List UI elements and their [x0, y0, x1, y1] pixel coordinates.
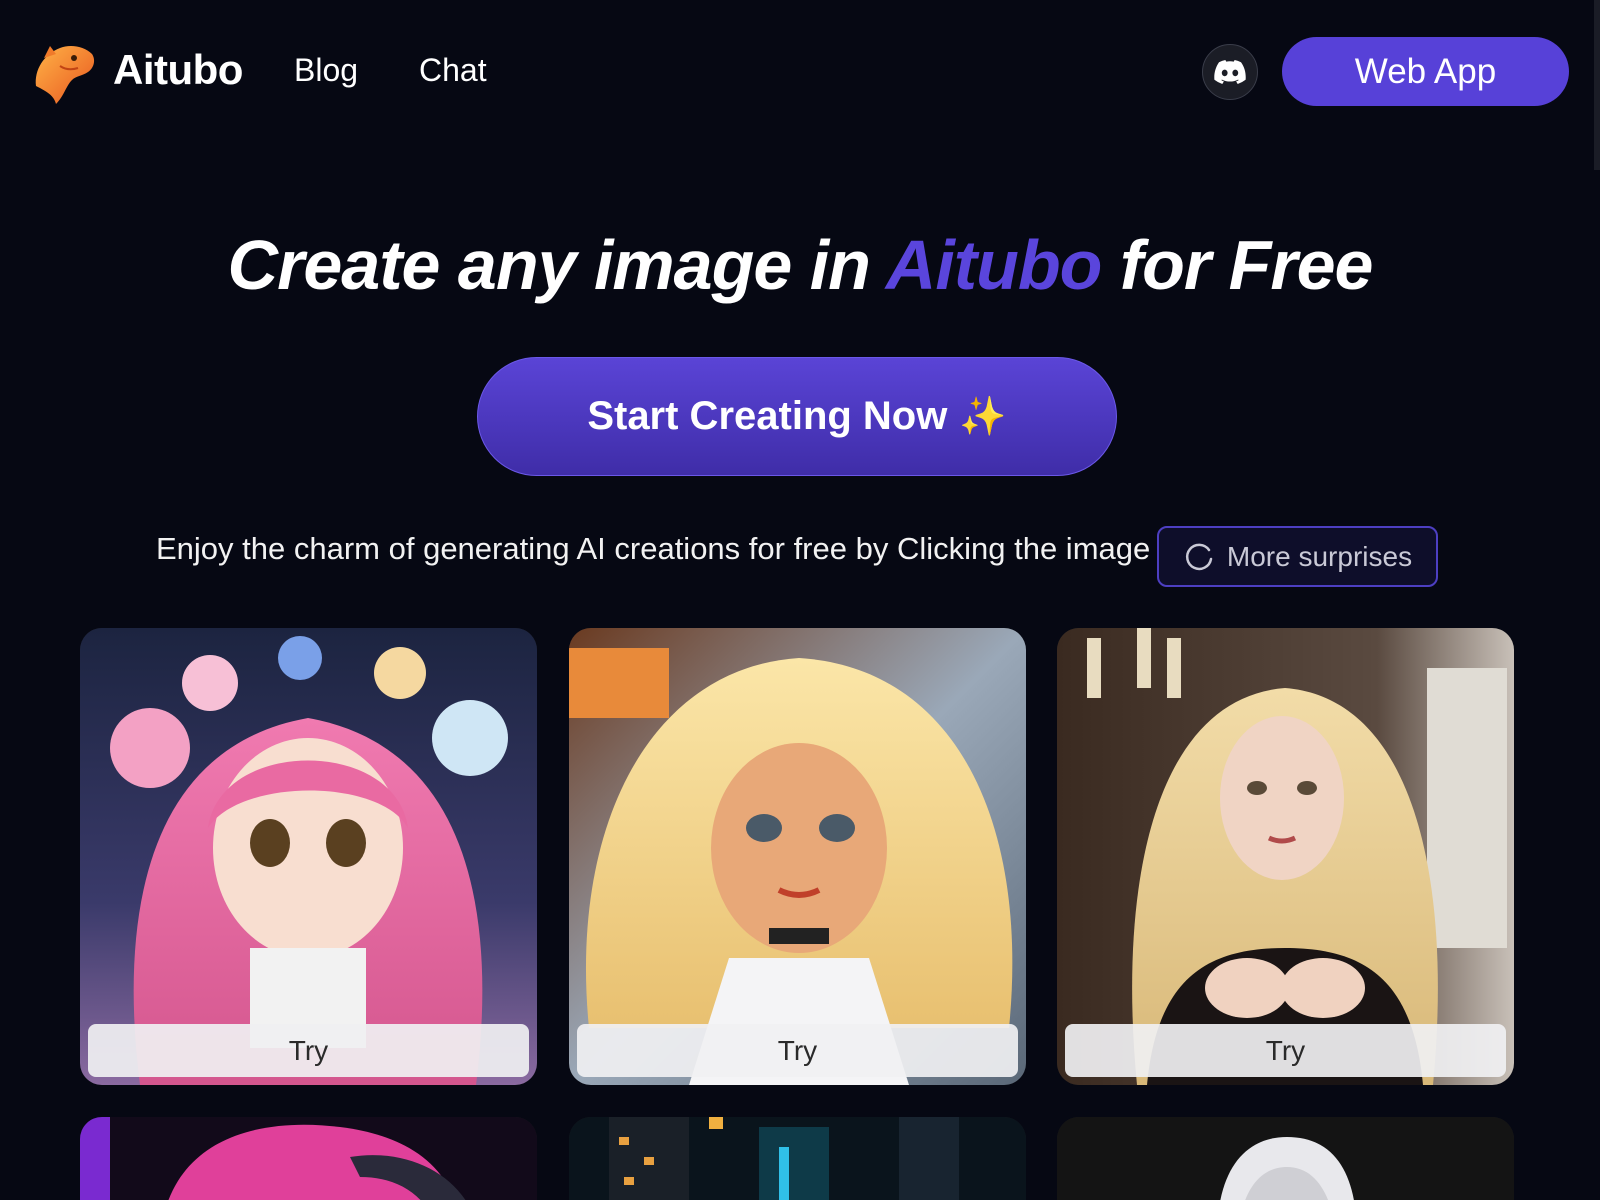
hero-title-part1: Create any image in: [227, 226, 886, 304]
brand-name: Aitubo: [113, 46, 243, 93]
gallery-card[interactable]: [1057, 1117, 1514, 1200]
gallery-image[interactable]: [1057, 1117, 1514, 1200]
gallery-image[interactable]: [569, 628, 1026, 1085]
gallery-image[interactable]: [569, 1117, 1026, 1200]
hero-title: Create any image in Aitubo for Free: [0, 225, 1600, 305]
try-button[interactable]: Try: [88, 1024, 529, 1077]
hero-title-part2: for Free: [1101, 226, 1374, 304]
try-button[interactable]: Try: [577, 1024, 1018, 1077]
gallery-card[interactable]: Try: [569, 628, 1026, 1085]
page: Aitubo Blog Chat Web App Create any imag…: [0, 0, 1600, 1200]
web-app-button[interactable]: Web App: [1282, 37, 1569, 106]
more-surprises-button[interactable]: More surprises: [1157, 526, 1438, 587]
gallery-card[interactable]: [569, 1117, 1026, 1200]
nav-link-chat[interactable]: Chat: [419, 52, 487, 89]
discord-icon: [1214, 60, 1246, 84]
aitubo-logo-icon: [35, 46, 95, 104]
refresh-icon: [1185, 543, 1213, 570]
sparkle-icon: ✨: [959, 395, 1007, 438]
gallery-card[interactable]: [80, 1117, 537, 1200]
nav-link-blog[interactable]: Blog: [294, 52, 358, 89]
gallery-card[interactable]: Try: [1057, 628, 1514, 1085]
gallery-image[interactable]: [80, 628, 537, 1085]
try-button[interactable]: Try: [1065, 1024, 1506, 1077]
brand-link[interactable]: Aitubo: [30, 40, 243, 108]
more-surprises-label: More surprises: [1226, 540, 1413, 572]
scrollbar[interactable]: [1594, 0, 1600, 170]
discord-button[interactable]: [1202, 44, 1258, 100]
hero-subtitle: Enjoy the charm of generating AI creatio…: [156, 531, 1151, 566]
hero-title-accent: Aitubo: [885, 226, 1103, 304]
gallery-image[interactable]: [1057, 628, 1514, 1085]
start-creating-button[interactable]: Start Creating Now ✨: [477, 357, 1117, 476]
top-navbar: Aitubo Blog Chat Web App: [0, 0, 1600, 170]
gallery-image[interactable]: [80, 1117, 537, 1200]
start-creating-label: Start Creating Now: [587, 394, 948, 438]
gallery-card[interactable]: Try: [80, 628, 537, 1085]
